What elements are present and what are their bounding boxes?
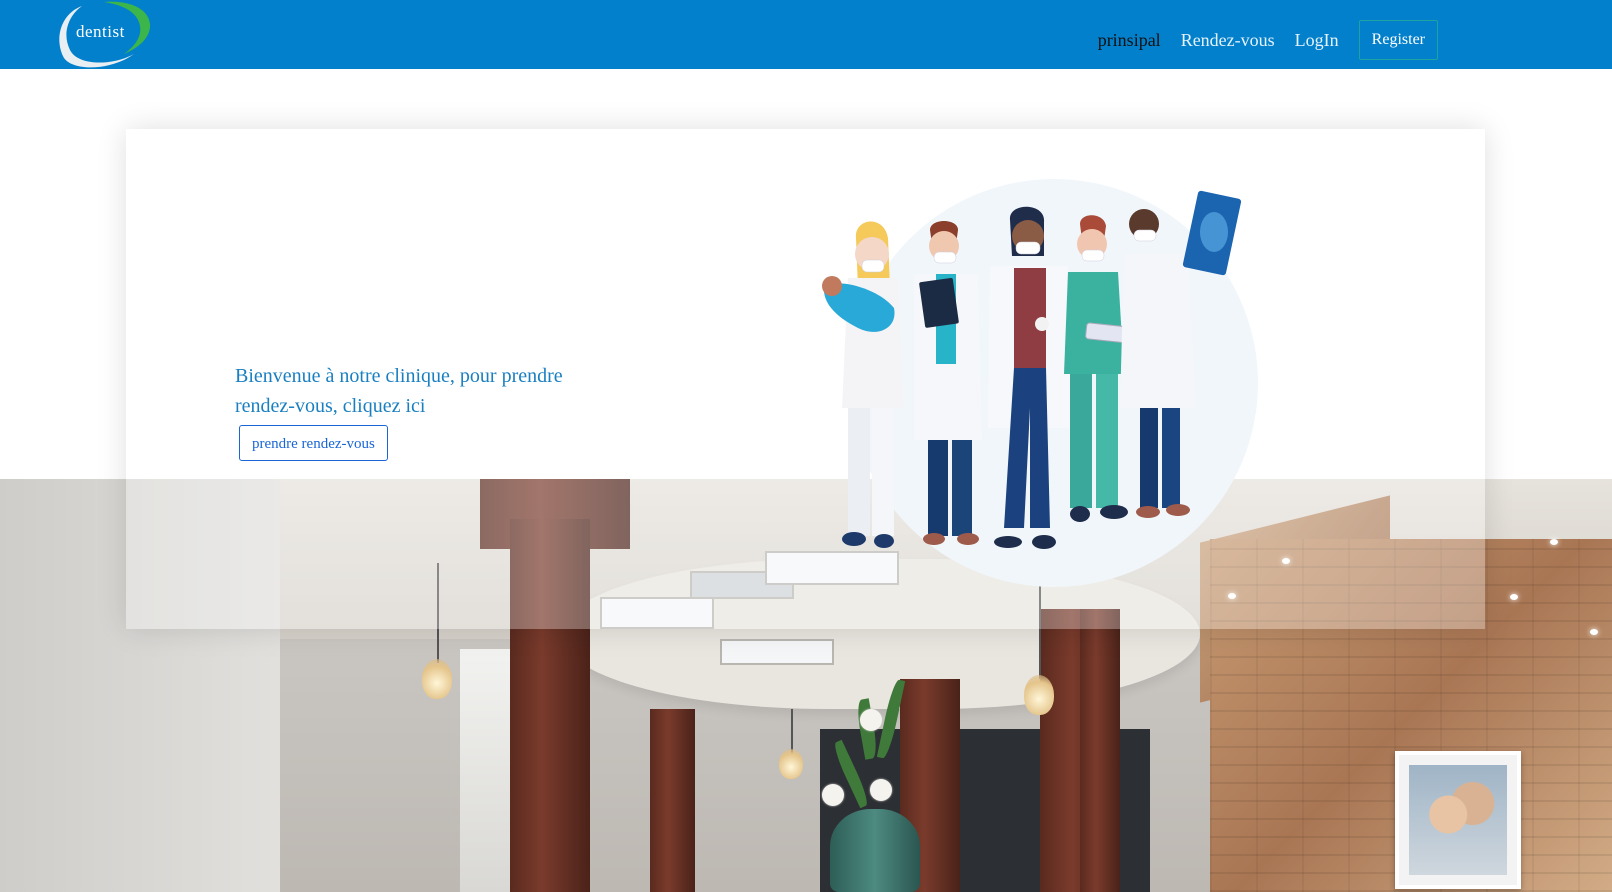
hero-card: Bienvenue à notre clinique, pour prendre… [126, 129, 1485, 629]
logo-text: dentist [76, 22, 125, 41]
main-nav: prinsipal Rendez-vous LogIn Register [1078, 20, 1438, 60]
nav-link-login[interactable]: LogIn [1295, 22, 1339, 58]
welcome-text: Bienvenue à notre clinique, pour prendre… [235, 365, 563, 417]
dentist-logo[interactable]: dentist [52, 0, 154, 70]
navbar: dentist prinsipal Rendez-vous LogIn Regi… [0, 0, 1612, 69]
medical-team-illustration [822, 179, 1258, 587]
book-appointment-button[interactable]: prendre rendez-vous [239, 425, 388, 461]
register-button[interactable]: Register [1358, 20, 1438, 60]
nav-link-prinsipal[interactable]: prinsipal [1098, 22, 1161, 58]
nav-link-rendez-vous[interactable]: Rendez-vous [1181, 22, 1275, 58]
